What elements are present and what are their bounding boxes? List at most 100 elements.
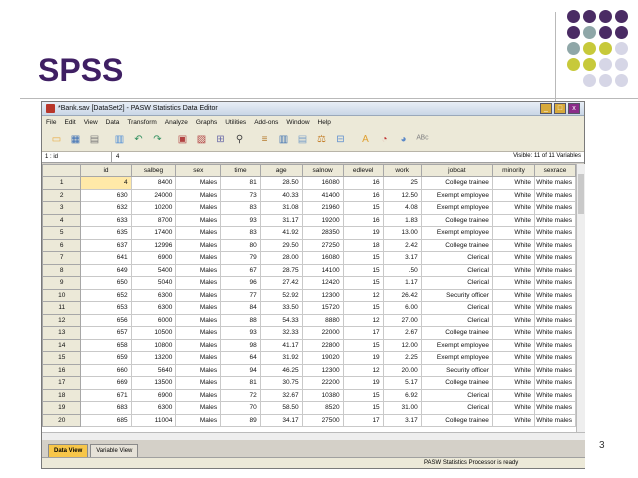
cell-sex[interactable]: Males (175, 226, 222, 240)
cell-sex[interactable]: Males (175, 263, 222, 277)
cell-work[interactable]: 20.00 (382, 363, 422, 377)
menu-utilities[interactable]: Utilities (225, 119, 246, 126)
cell-sexrace[interactable]: White males (533, 301, 576, 315)
cell-edlevel[interactable]: 15 (342, 201, 384, 215)
column-header-minority[interactable]: minority (491, 164, 535, 177)
cell-sexrace[interactable]: White males (533, 401, 576, 415)
cell-id[interactable]: 671 (80, 388, 132, 402)
cell-salnow[interactable]: 19020 (301, 351, 344, 365)
cell-time[interactable]: 83 (220, 201, 261, 215)
show-all-icon[interactable]: ◕ (395, 131, 412, 148)
vertical-scrollbar[interactable] (576, 164, 585, 432)
column-header-sex[interactable]: sex (175, 164, 222, 177)
cell-salbeg[interactable]: 6900 (130, 388, 177, 402)
menu-data[interactable]: Data (106, 119, 120, 126)
cell-time[interactable]: 64 (220, 351, 261, 365)
cell-minority[interactable]: White (491, 376, 535, 390)
grid-corner[interactable] (42, 164, 82, 177)
insert-cases-icon[interactable]: ≡ (256, 131, 273, 148)
cell-jobcat[interactable]: Exempt employee (420, 338, 493, 352)
cell-minority[interactable]: White (491, 338, 535, 352)
cell-age[interactable]: 28.75 (259, 263, 303, 277)
cell-time[interactable]: 89 (220, 413, 261, 427)
goto-case-icon[interactable]: ▣ (174, 131, 191, 148)
cell-id[interactable]: 632 (80, 201, 132, 215)
window-titlebar[interactable]: *Bank.sav [DataSet2] - PASW Statistics D… (42, 102, 584, 116)
cell-jobcat[interactable]: Security officer (420, 288, 493, 302)
cell-age[interactable]: 28.00 (259, 251, 303, 265)
cell-time[interactable]: 81 (220, 176, 261, 190)
row-header[interactable]: 9 (42, 276, 82, 290)
cell-salbeg[interactable]: 5400 (130, 263, 177, 277)
cell-minority[interactable]: White (491, 288, 535, 302)
cell-age[interactable]: 28.50 (259, 176, 303, 190)
cell-jobcat[interactable]: College trainee (420, 376, 493, 390)
cell-salnow[interactable]: 19200 (301, 213, 344, 227)
row-header[interactable]: 8 (42, 263, 82, 277)
cell-id[interactable]: 660 (80, 363, 132, 377)
cell-edlevel[interactable]: 16 (342, 176, 384, 190)
horizontal-scrollbar[interactable] (42, 432, 585, 440)
cell-minority[interactable]: White (491, 363, 535, 377)
cell-jobcat[interactable]: Clerical (420, 313, 493, 327)
cell-id[interactable]: 637 (80, 238, 132, 252)
menu-view[interactable]: View (84, 119, 98, 126)
cell-id[interactable]: 656 (80, 313, 132, 327)
column-header-edlevel[interactable]: edlevel (342, 164, 384, 177)
cell-sexrace[interactable]: White males (533, 201, 576, 215)
cell-work[interactable]: 25 (382, 176, 422, 190)
cell-minority[interactable]: White (491, 413, 535, 427)
column-header-salbeg[interactable]: salbeg (130, 164, 177, 177)
cell-age[interactable]: 32.33 (259, 326, 303, 340)
cell-minority[interactable]: White (491, 251, 535, 265)
cell-salnow[interactable]: 21960 (301, 201, 344, 215)
cell-sex[interactable]: Males (175, 351, 222, 365)
cell-minority[interactable]: White (491, 226, 535, 240)
cell-work[interactable]: 2.25 (382, 351, 422, 365)
cell-value-input[interactable]: 4 (112, 154, 119, 160)
close-button[interactable]: x (568, 103, 580, 114)
cell-work[interactable]: 6.00 (382, 301, 422, 315)
cell-salbeg[interactable]: 6900 (130, 251, 177, 265)
cell-minority[interactable]: White (491, 188, 535, 202)
cell-sex[interactable]: Males (175, 413, 222, 427)
cell-age[interactable]: 52.92 (259, 288, 303, 302)
row-header[interactable]: 2 (42, 188, 82, 202)
cell-minority[interactable]: White (491, 326, 535, 340)
redo-icon[interactable]: ↷ (149, 131, 166, 148)
cell-sexrace[interactable]: White males (533, 176, 576, 190)
cell-time[interactable]: 77 (220, 288, 261, 302)
cell-time[interactable]: 93 (220, 213, 261, 227)
variables-icon[interactable]: ⊞ (212, 131, 229, 148)
cell-sex[interactable]: Males (175, 201, 222, 215)
cell-time[interactable]: 83 (220, 226, 261, 240)
value-labels-icon[interactable]: A (357, 131, 374, 148)
cell-age[interactable]: 46.25 (259, 363, 303, 377)
row-header[interactable]: 17 (42, 376, 82, 390)
cell-sexrace[interactable]: White males (533, 251, 576, 265)
cell-work[interactable]: 12.00 (382, 338, 422, 352)
cell-salbeg[interactable]: 10800 (130, 338, 177, 352)
cell-minority[interactable]: White (491, 238, 535, 252)
tab-variable-view[interactable]: Variable View (90, 444, 139, 457)
cell-salnow[interactable]: 12300 (301, 363, 344, 377)
split-file-icon[interactable]: ▤ (294, 131, 311, 148)
cell-age[interactable]: 41.92 (259, 226, 303, 240)
column-header-salnow[interactable]: salnow (301, 164, 344, 177)
find-icon[interactable]: ⚲ (231, 131, 248, 148)
cell-jobcat[interactable]: Clerical (420, 263, 493, 277)
tab-data-view[interactable]: Data View (48, 444, 89, 457)
row-header[interactable]: 19 (42, 401, 82, 415)
cell-jobcat[interactable]: Clerical (420, 276, 493, 290)
menu-addons[interactable]: Add-ons (254, 119, 278, 126)
cell-age[interactable]: 32.67 (259, 388, 303, 402)
cell-sex[interactable]: Males (175, 176, 222, 190)
cell-age[interactable]: 29.50 (259, 238, 303, 252)
cell-salbeg[interactable]: 8700 (130, 213, 177, 227)
cell-sex[interactable]: Males (175, 301, 222, 315)
cell-salbeg[interactable]: 6300 (130, 401, 177, 415)
menu-edit[interactable]: Edit (64, 119, 75, 126)
cell-edlevel[interactable]: 17 (342, 413, 384, 427)
cell-jobcat[interactable]: College trainee (420, 213, 493, 227)
cell-salnow[interactable]: 8520 (301, 401, 344, 415)
